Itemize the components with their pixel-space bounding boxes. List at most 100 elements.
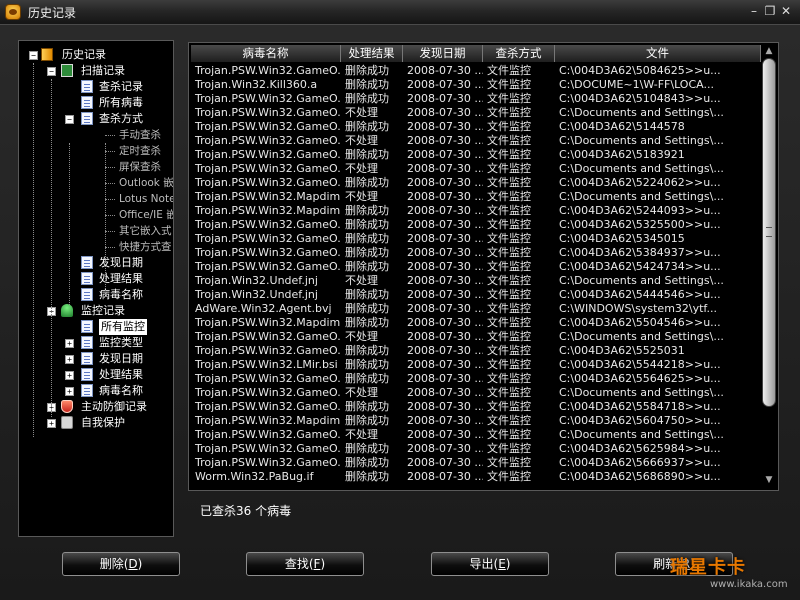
- table-row[interactable]: Trojan.PSW.Win32.GameO... 删除成功 2008-07-30 …: [191, 344, 761, 358]
- table-row[interactable]: Trojan.PSW.Win32.GameO... 不处理 2008-07-30 .…: [191, 330, 761, 344]
- tree-item[interactable]: 手动查杀: [19, 127, 173, 143]
- table-row[interactable]: Trojan.PSW.Win32.GameO... 删除成功 2008-07-30 …: [191, 120, 761, 134]
- table-cell: 文件监控: [487, 162, 531, 175]
- table-cell: C:\004D3A62\5244093>>u...: [559, 204, 721, 217]
- table-row[interactable]: Trojan.Win32.Undef.jnj 删除成功 2008-07-30 ...…: [191, 288, 761, 302]
- collapse-icon[interactable]: −: [47, 67, 56, 76]
- table-row[interactable]: Trojan.PSW.Win32.GameO... 不处理 2008-07-30 .…: [191, 134, 761, 148]
- table-row[interactable]: AdWare.Win32.Agent.bvj 删除成功 2008-07-30 ...…: [191, 302, 761, 316]
- collapse-icon[interactable]: −: [29, 51, 38, 60]
- scroll-up-arrow-icon[interactable]: ▲: [761, 44, 777, 58]
- table-row[interactable]: Trojan.PSW.Win32.GameO... 删除成功 2008-07-30 …: [191, 176, 761, 190]
- minimize-button[interactable]: –: [746, 3, 762, 19]
- export-button[interactable]: 导出(E): [431, 552, 549, 576]
- tree-item[interactable]: 处理结果: [19, 271, 173, 287]
- table-cell: 删除成功: [345, 358, 389, 371]
- virus-list[interactable]: Trojan.PSW.Win32.GameO... 删除成功 2008-07-30 …: [191, 64, 761, 488]
- list-vertical-scrollbar[interactable]: ▲ ▼: [761, 44, 777, 487]
- tree-item[interactable]: 定时查杀: [19, 143, 173, 159]
- find-button[interactable]: 查找(F): [246, 552, 364, 576]
- column-header[interactable]: 处理结果: [341, 45, 403, 62]
- table-cell: 文件监控: [487, 134, 531, 147]
- scroll-down-arrow-icon[interactable]: ▼: [761, 473, 777, 487]
- tree-item[interactable]: 发现日期: [19, 255, 173, 271]
- expand-icon[interactable]: +: [65, 355, 74, 364]
- table-cell: Trojan.PSW.Win32.GameO...: [195, 218, 341, 231]
- table-cell: 2008-07-30 ...: [407, 400, 483, 413]
- table-row[interactable]: Trojan.PSW.Win32.GameO... 删除成功 2008-07-30 …: [191, 218, 761, 232]
- tree-item[interactable]: 查杀记录: [19, 79, 173, 95]
- tree-item[interactable]: − 历史记录: [19, 47, 173, 63]
- tree-item[interactable]: + 主动防御记录: [19, 399, 173, 415]
- table-cell: 文件监控: [487, 120, 531, 133]
- tree-item-label: 定时查杀: [119, 145, 161, 157]
- column-header[interactable]: 查杀方式: [483, 45, 555, 62]
- table-row[interactable]: Trojan.PSW.Win32.GameO... 不处理 2008-07-30 .…: [191, 106, 761, 120]
- virus-list-panel[interactable]: 病毒名称 处理结果 发现日期 查杀方式 文件 Trojan.PSW.Win32.Game…: [188, 42, 779, 491]
- tree-item[interactable]: 快捷方式查: [19, 239, 173, 255]
- tree-item[interactable]: Office/IE 嵌: [19, 207, 173, 223]
- history-tree[interactable]: − 历史记录 − 扫描记录 查杀记录 所有病毒 − 查杀方式 手动查杀定时查杀屏保查杀 Outlo…: [19, 47, 174, 437]
- table-row[interactable]: Trojan.PSW.Win32.GameO... 不处理 2008-07-30 .…: [191, 428, 761, 442]
- table-row[interactable]: Trojan.PSW.Win32.GameO... 删除成功 2008-07-30 …: [191, 260, 761, 274]
- close-button[interactable]: ✕: [778, 3, 794, 19]
- expand-icon[interactable]: +: [65, 371, 74, 380]
- expand-icon[interactable]: +: [65, 339, 74, 348]
- table-row[interactable]: Trojan.PSW.Win32.GameO... 删除成功 2008-07-30 …: [191, 246, 761, 260]
- expand-icon[interactable]: +: [65, 387, 74, 396]
- tree-item[interactable]: 所有病毒: [19, 95, 173, 111]
- scroll-thumb[interactable]: [762, 58, 776, 407]
- tree-item[interactable]: Lotus Note: [19, 191, 173, 207]
- collapse-icon[interactable]: −: [65, 115, 74, 124]
- tree-item[interactable]: + 处理结果: [19, 367, 173, 383]
- history-tree-panel[interactable]: − 历史记录 − 扫描记录 查杀记录 所有病毒 − 查杀方式 手动查杀定时查杀屏保查杀 Outlo…: [18, 40, 174, 537]
- column-header[interactable]: 发现日期: [403, 45, 483, 62]
- tree-item[interactable]: Outlook 嵌: [19, 175, 174, 191]
- table-row[interactable]: Trojan.PSW.Win32.GameO... 删除成功 2008-07-30 …: [191, 372, 761, 386]
- table-row[interactable]: Trojan.PSW.Win32.Mapdim... 不处理 2008-07-30 …: [191, 190, 761, 204]
- table-cell: 2008-07-30 ...: [407, 442, 483, 455]
- table-row[interactable]: Trojan.PSW.Win32.GameO... 删除成功 2008-07-30 …: [191, 442, 761, 456]
- tree-item[interactable]: 其它嵌入式: [19, 223, 173, 239]
- table-row[interactable]: Trojan.PSW.Win32.LMir.bsi 删除成功 2008-07-30 …: [191, 358, 761, 372]
- export-label-end: ): [505, 557, 511, 571]
- status-text: 已查杀36 个病毒: [200, 504, 292, 518]
- window-title: 历史记录: [28, 6, 77, 20]
- tree-item[interactable]: + 监控类型: [19, 335, 173, 351]
- table-row[interactable]: Trojan.PSW.Win32.GameO... 不处理 2008-07-30 .…: [191, 386, 761, 400]
- tree-item[interactable]: 屏保查杀: [19, 159, 173, 175]
- table-row[interactable]: Trojan.PSW.Win32.GameO... 不处理 2008-07-30 .…: [191, 162, 761, 176]
- table-row[interactable]: Trojan.Win32.Kill360.a 删除成功 2008-07-30 ...…: [191, 78, 761, 92]
- table-row[interactable]: Trojan.PSW.Win32.GameO... 删除成功 2008-07-30 …: [191, 92, 761, 106]
- tree-item[interactable]: + 发现日期: [19, 351, 173, 367]
- table-row[interactable]: Trojan.PSW.Win32.GameO... 删除成功 2008-07-30 …: [191, 232, 761, 246]
- table-row[interactable]: Trojan.Win32.Undef.jnj 不处理 2008-07-30 ... 文…: [191, 274, 761, 288]
- delete-button[interactable]: 删除(D): [62, 552, 180, 576]
- table-cell: Trojan.PSW.Win32.GameO...: [195, 442, 341, 455]
- table-row[interactable]: Trojan.PSW.Win32.GameO... 删除成功 2008-07-30 …: [191, 64, 761, 78]
- column-header[interactable]: 病毒名称: [191, 45, 341, 62]
- table-row[interactable]: Trojan.PSW.Win32.Mapdim... 删除成功 2008-07-30…: [191, 204, 761, 218]
- maximize-button[interactable]: ❐: [762, 3, 778, 19]
- tree-item[interactable]: + 自我保护: [19, 415, 173, 431]
- title-bar[interactable]: 历史记录 – ❐ ✕: [0, 0, 800, 25]
- table-row[interactable]: Trojan.PSW.Win32.Mapdim... 删除成功 2008-07-30…: [191, 316, 761, 330]
- tree-item[interactable]: 所有监控: [19, 319, 173, 335]
- table-cell: C:\004D3A62\5686890>>u...: [559, 470, 721, 483]
- table-row[interactable]: Trojan.PSW.Win32.GameO... 删除成功 2008-07-30 …: [191, 456, 761, 470]
- delete-label-end: ): [137, 557, 143, 571]
- tree-item[interactable]: − 扫描记录: [19, 63, 173, 79]
- tree-item[interactable]: − 监控记录: [19, 303, 173, 319]
- table-row[interactable]: Worm.Win32.PaBug.if 删除成功 2008-07-30 ... 文件监…: [191, 470, 761, 484]
- tree-item[interactable]: − 查杀方式: [19, 111, 173, 127]
- expand-icon[interactable]: +: [47, 419, 56, 428]
- table-row[interactable]: Trojan.PSW.Win32.GameO... 删除成功 2008-07-30 …: [191, 400, 761, 414]
- tree-item[interactable]: + 病毒名称: [19, 383, 173, 399]
- table-row[interactable]: Trojan.PSW.Win32.GameO... 删除成功 2008-07-30 …: [191, 148, 761, 162]
- table-cell: C:\Documents and Settings\...: [559, 428, 724, 441]
- table-row[interactable]: Trojan.PSW.Win32.Mapdim... 删除成功 2008-07-30…: [191, 414, 761, 428]
- tree-item-label: Outlook 嵌: [119, 177, 174, 189]
- tree-item[interactable]: 病毒名称: [19, 287, 173, 303]
- column-header[interactable]: 文件: [555, 45, 761, 62]
- table-cell: 不处理: [345, 386, 378, 399]
